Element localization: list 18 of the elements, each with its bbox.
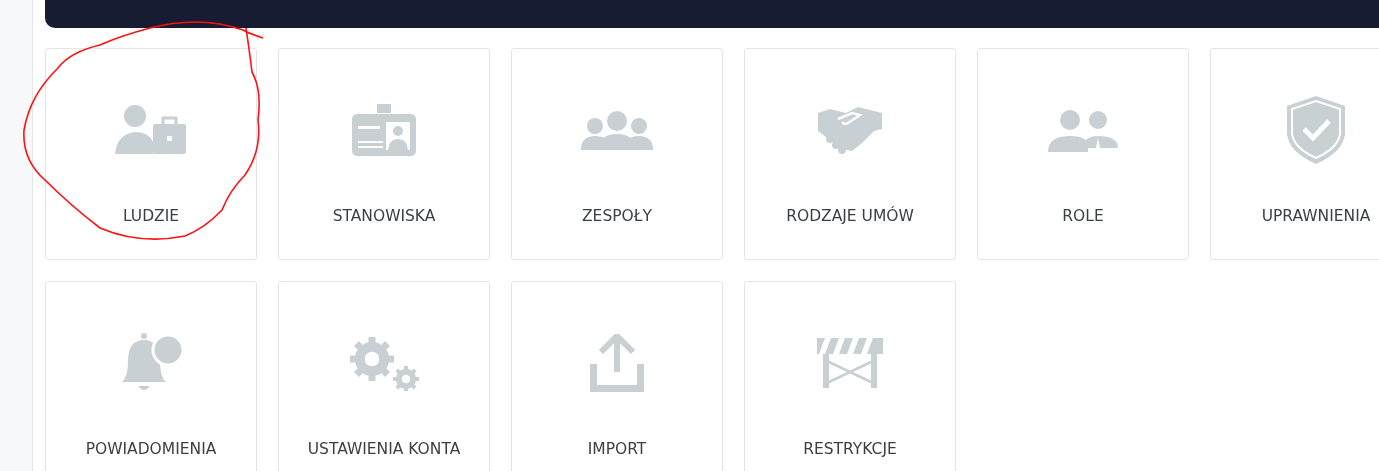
gears-icon [348,335,420,391]
road-barrier-icon [817,338,883,388]
module-tile[interactable]: RESTRYKCJE [744,281,956,471]
upload-icon [590,334,644,392]
module-tile[interactable]: ZESPOŁY [511,48,723,260]
people-group-icon [581,110,653,150]
module-tile[interactable]: LUDZIE [45,48,257,260]
two-people-icon [1048,108,1118,152]
module-tile[interactable]: POWIADOMIENIA [45,281,257,471]
module-tile[interactable]: USTAWIENIA KONTA [278,281,490,471]
id-card-icon [352,104,416,156]
module-tile[interactable]: ROLE [977,48,1189,260]
shield-check-icon [1287,96,1345,164]
module-tile[interactable]: STANOWISKA [278,48,490,260]
module-tile[interactable]: UPRAWNIENIA [1210,48,1379,260]
handshake-icon [818,105,882,155]
module-tile[interactable]: RODZAJE UMÓW [744,48,956,260]
module-tile[interactable]: IMPORT [511,281,723,471]
